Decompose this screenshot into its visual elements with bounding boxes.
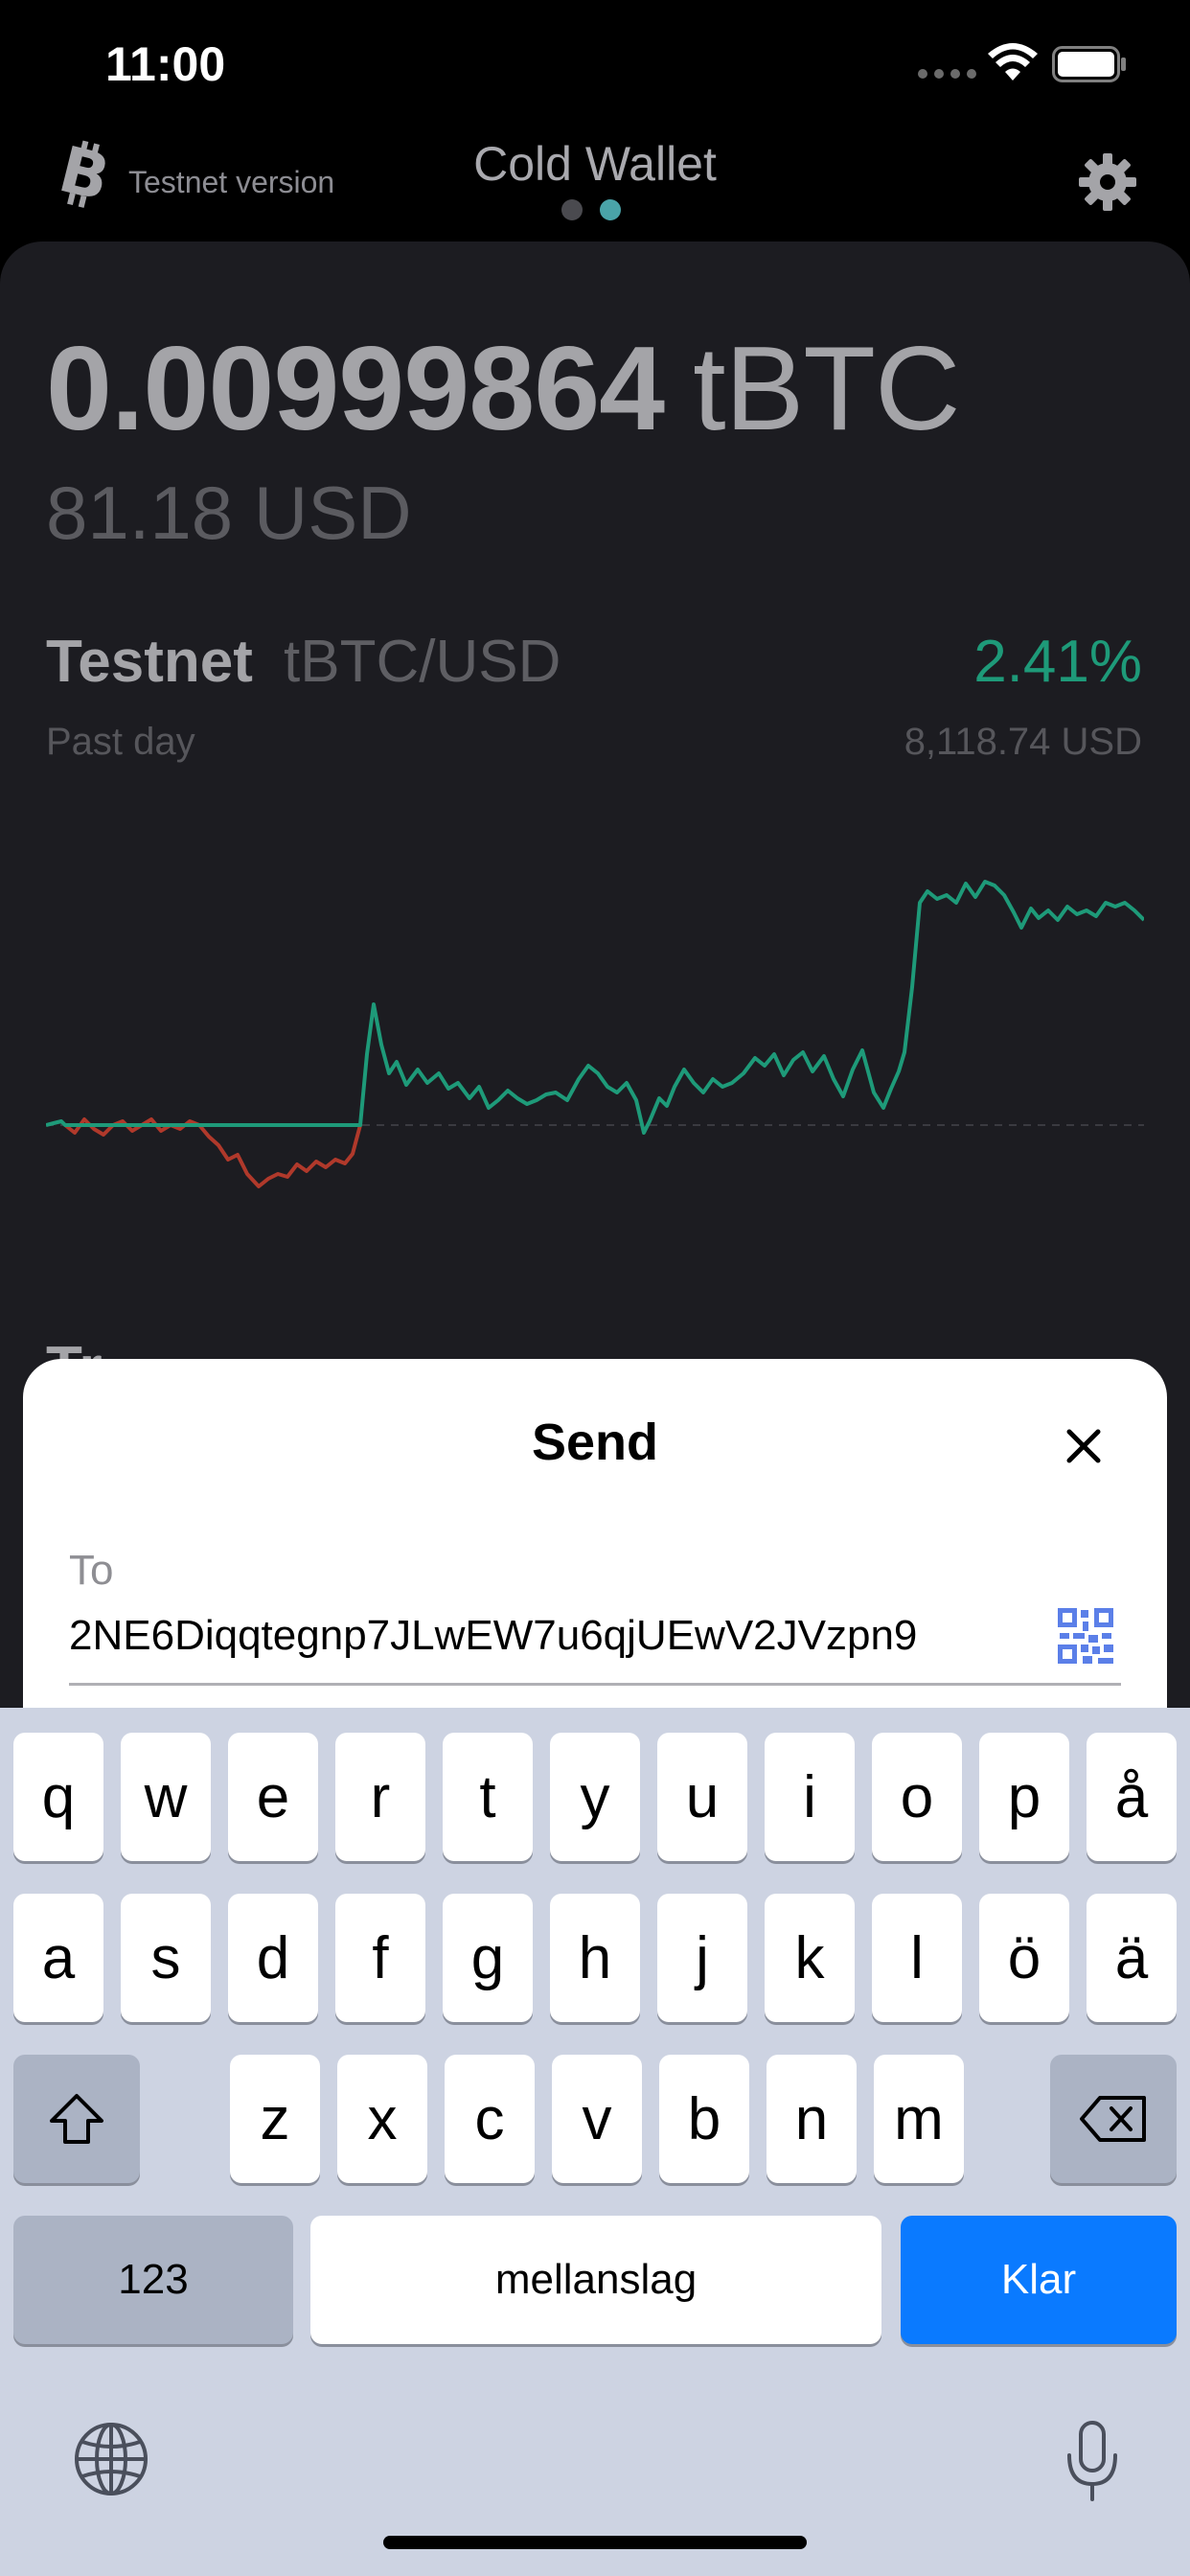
delete-icon <box>1080 2096 1146 2142</box>
to-label: To <box>69 1547 114 1594</box>
balance-unit: tBTC <box>693 323 960 455</box>
key-ä[interactable]: ä <box>1087 1894 1177 2022</box>
key-n[interactable]: n <box>767 2055 857 2183</box>
key-l[interactable]: l <box>872 1894 962 2022</box>
home-indicator[interactable] <box>383 2536 807 2549</box>
key-y[interactable]: y <box>550 1733 640 1861</box>
balance-amount: 0.00999864 <box>46 323 665 455</box>
key-q[interactable]: q <box>13 1733 103 1861</box>
wallet-title[interactable]: Cold Wallet <box>0 136 1190 192</box>
key-x[interactable]: x <box>337 2055 427 2183</box>
key-z[interactable]: z <box>230 2055 320 2183</box>
return-key[interactable]: Klar <box>901 2216 1177 2344</box>
key-w[interactable]: w <box>121 1733 211 1861</box>
key-s[interactable]: s <box>121 1894 211 2022</box>
status-time: 11:00 <box>105 37 226 91</box>
globe-icon[interactable] <box>73 2421 149 2497</box>
price-change: 2.41% <box>973 629 1142 695</box>
key-a[interactable]: a <box>13 1894 103 2022</box>
key-i[interactable]: i <box>765 1733 855 1861</box>
space-key[interactable]: mellanslag <box>310 2216 881 2344</box>
backspace-key[interactable] <box>1050 2055 1177 2183</box>
key-j[interactable]: j <box>657 1894 747 2022</box>
key-r[interactable]: r <box>335 1733 425 1861</box>
chart-line-below-baseline <box>63 1117 362 1188</box>
price-chart[interactable] <box>46 795 1144 1255</box>
crypto-balance: 0.00999864 tBTC <box>46 321 961 457</box>
chart-line-above-baseline <box>46 880 1144 1135</box>
page-indicator <box>561 199 621 220</box>
page-dot[interactable] <box>561 199 583 220</box>
recipient-address-input[interactable]: 2NE6Diqqtegnp7JLwEW7u6qjUEwV2JVzpn9 <box>69 1612 998 1660</box>
microphone-icon[interactable] <box>1065 2421 1119 2501</box>
key-f[interactable]: f <box>335 1894 425 2022</box>
gear-icon[interactable] <box>1077 151 1138 213</box>
key-u[interactable]: u <box>657 1733 747 1861</box>
key-o[interactable]: o <box>872 1733 962 1861</box>
address-underline <box>69 1683 1121 1686</box>
key-c[interactable]: c <box>445 2055 535 2183</box>
fiat-balance: 81.18 USD <box>46 471 412 555</box>
key-e[interactable]: e <box>228 1733 318 1861</box>
shift-icon <box>50 2094 103 2144</box>
qr-code-scan-icon[interactable] <box>1058 1608 1113 1664</box>
chart-period: Past day <box>46 721 195 763</box>
key-h[interactable]: h <box>550 1894 640 2022</box>
wifi-icon <box>988 43 1038 80</box>
key-å[interactable]: å <box>1087 1733 1177 1861</box>
key-m[interactable]: m <box>874 2055 964 2183</box>
key-ö[interactable]: ö <box>979 1894 1069 2022</box>
page-dot-active[interactable] <box>600 199 621 220</box>
key-p[interactable]: p <box>979 1733 1069 1861</box>
key-v[interactable]: v <box>552 2055 642 2183</box>
market-pair: tBTC/USD <box>284 629 561 695</box>
shift-key[interactable] <box>13 2055 140 2183</box>
close-icon[interactable] <box>1064 1426 1104 1466</box>
current-price: 8,118.74 USD <box>904 721 1142 763</box>
send-sheet-title: Send <box>531 1414 659 1471</box>
key-k[interactable]: k <box>765 1894 855 2022</box>
key-g[interactable]: g <box>443 1894 533 2022</box>
numbers-key[interactable]: 123 <box>13 2216 293 2344</box>
market-name: Testnet <box>46 629 253 695</box>
key-t[interactable]: t <box>443 1733 533 1861</box>
cellular-signal-icon <box>918 69 976 79</box>
key-b[interactable]: b <box>659 2055 749 2183</box>
battery-icon <box>1052 46 1126 82</box>
key-d[interactable]: d <box>228 1894 318 2022</box>
